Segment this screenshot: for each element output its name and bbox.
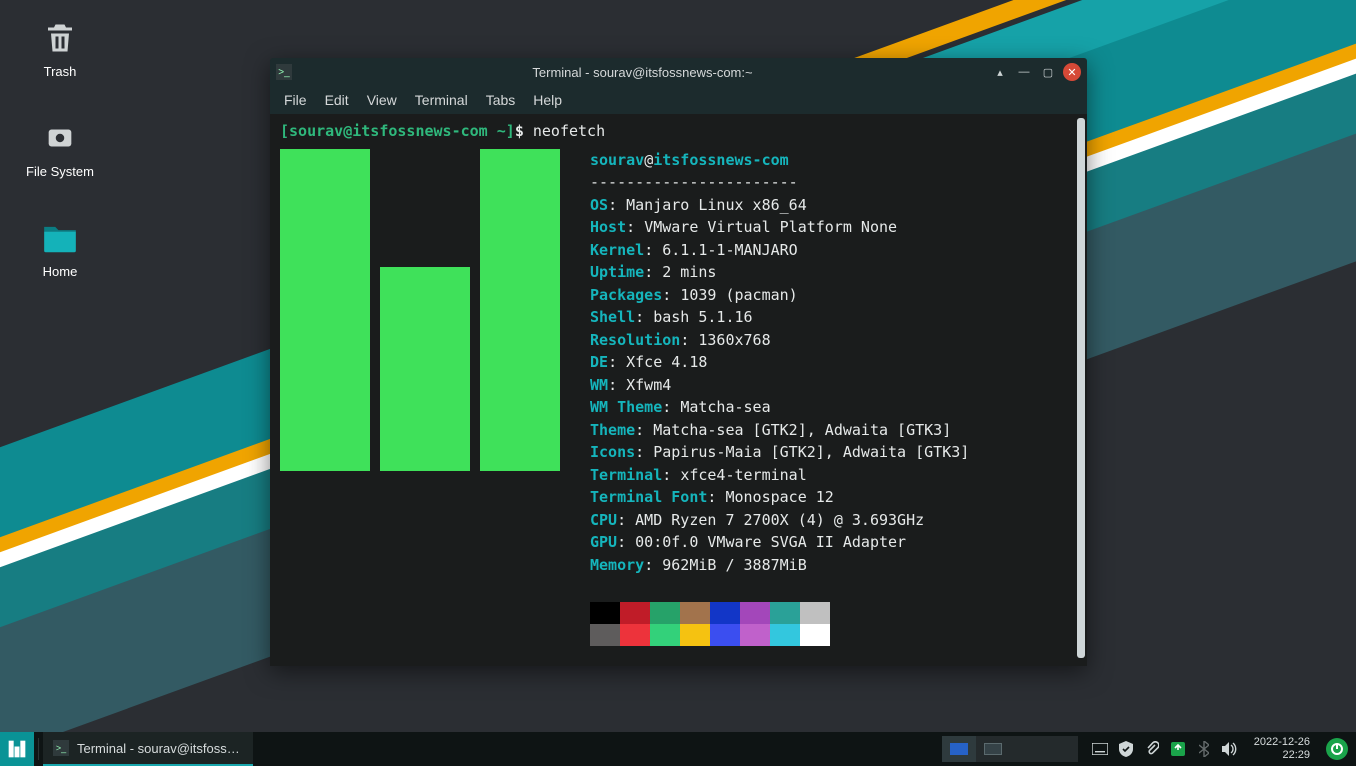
scrollbar[interactable]	[1077, 118, 1085, 658]
nf-host: itsfossnews-com	[653, 151, 788, 169]
command-text: neofetch	[533, 122, 605, 140]
menu-terminal[interactable]: Terminal	[415, 92, 468, 108]
desktop-icon-trash[interactable]: Trash	[12, 18, 108, 79]
update-icon[interactable]	[1170, 741, 1186, 757]
clip-icon[interactable]	[1144, 741, 1160, 757]
folder-home-icon	[40, 218, 80, 258]
workspace-switcher	[942, 736, 1078, 762]
terminal-body[interactable]: [sourav@itsfossnews-com ~]$ neofetch sou…	[270, 114, 1087, 666]
manjaro-ascii-logo	[280, 149, 560, 471]
menu-help[interactable]: Help	[533, 92, 562, 108]
nf-user: sourav	[590, 151, 644, 169]
desktop-icon-label: Home	[12, 264, 108, 279]
taskbar-item-label: Terminal - sourav@itsfoss…	[77, 741, 240, 756]
keyboard-icon[interactable]	[1092, 741, 1108, 757]
neofetch-info: sourav@itsfossnews-com -----------------…	[590, 149, 969, 647]
desktop-icon-home[interactable]: Home	[12, 218, 108, 279]
shade-button[interactable]: ▴	[991, 63, 1009, 81]
desktop-icon-filesystem[interactable]: File System	[12, 118, 108, 179]
minimize-button[interactable]: —	[1015, 63, 1033, 81]
logout-button[interactable]	[1326, 738, 1348, 760]
window-title: Terminal - sourav@itsfossnews-com:~	[300, 65, 985, 80]
window-titlebar[interactable]: >_ Terminal - sourav@itsfossnews-com:~ ▴…	[270, 58, 1087, 86]
taskbar-item-terminal[interactable]: >_ Terminal - sourav@itsfoss…	[43, 732, 253, 766]
panel-time: 22:29	[1254, 749, 1310, 762]
terminal-icon: >_	[53, 740, 69, 756]
volume-icon[interactable]	[1222, 741, 1238, 757]
desktop-icon-label: File System	[12, 164, 108, 179]
taskbar-panel: >_ Terminal - sourav@itsfoss… 2022-12-26…	[0, 732, 1356, 766]
prompt-line: [sourav@itsfossnews-com ~]$ neofetch	[280, 120, 1077, 143]
workspace-2[interactable]	[976, 736, 1010, 762]
start-menu-button[interactable]	[0, 732, 34, 766]
system-tray	[1084, 741, 1246, 757]
drive-icon	[40, 118, 80, 158]
menu-tabs[interactable]: Tabs	[486, 92, 516, 108]
desktop-icon-label: Trash	[12, 64, 108, 79]
color-blocks	[590, 602, 969, 646]
terminal-icon: >_	[276, 64, 292, 80]
maximize-button[interactable]: ▢	[1039, 63, 1057, 81]
menu-bar: File Edit View Terminal Tabs Help	[270, 86, 1087, 114]
panel-clock[interactable]: 2022-12-26 22:29	[1246, 736, 1318, 761]
panel-date: 2022-12-26	[1254, 736, 1310, 749]
bluetooth-icon[interactable]	[1196, 741, 1212, 757]
close-button[interactable]: ✕	[1063, 63, 1081, 81]
menu-edit[interactable]: Edit	[325, 92, 349, 108]
workspace-4[interactable]	[1044, 736, 1078, 762]
menu-view[interactable]: View	[367, 92, 397, 108]
nf-separator: -----------------------	[590, 171, 969, 194]
menu-file[interactable]: File	[284, 92, 307, 108]
workspace-1[interactable]	[942, 736, 976, 762]
shield-icon[interactable]	[1118, 741, 1134, 757]
terminal-window: >_ Terminal - sourav@itsfossnews-com:~ ▴…	[270, 58, 1087, 666]
workspace-3[interactable]	[1010, 736, 1044, 762]
trash-icon	[40, 18, 80, 58]
